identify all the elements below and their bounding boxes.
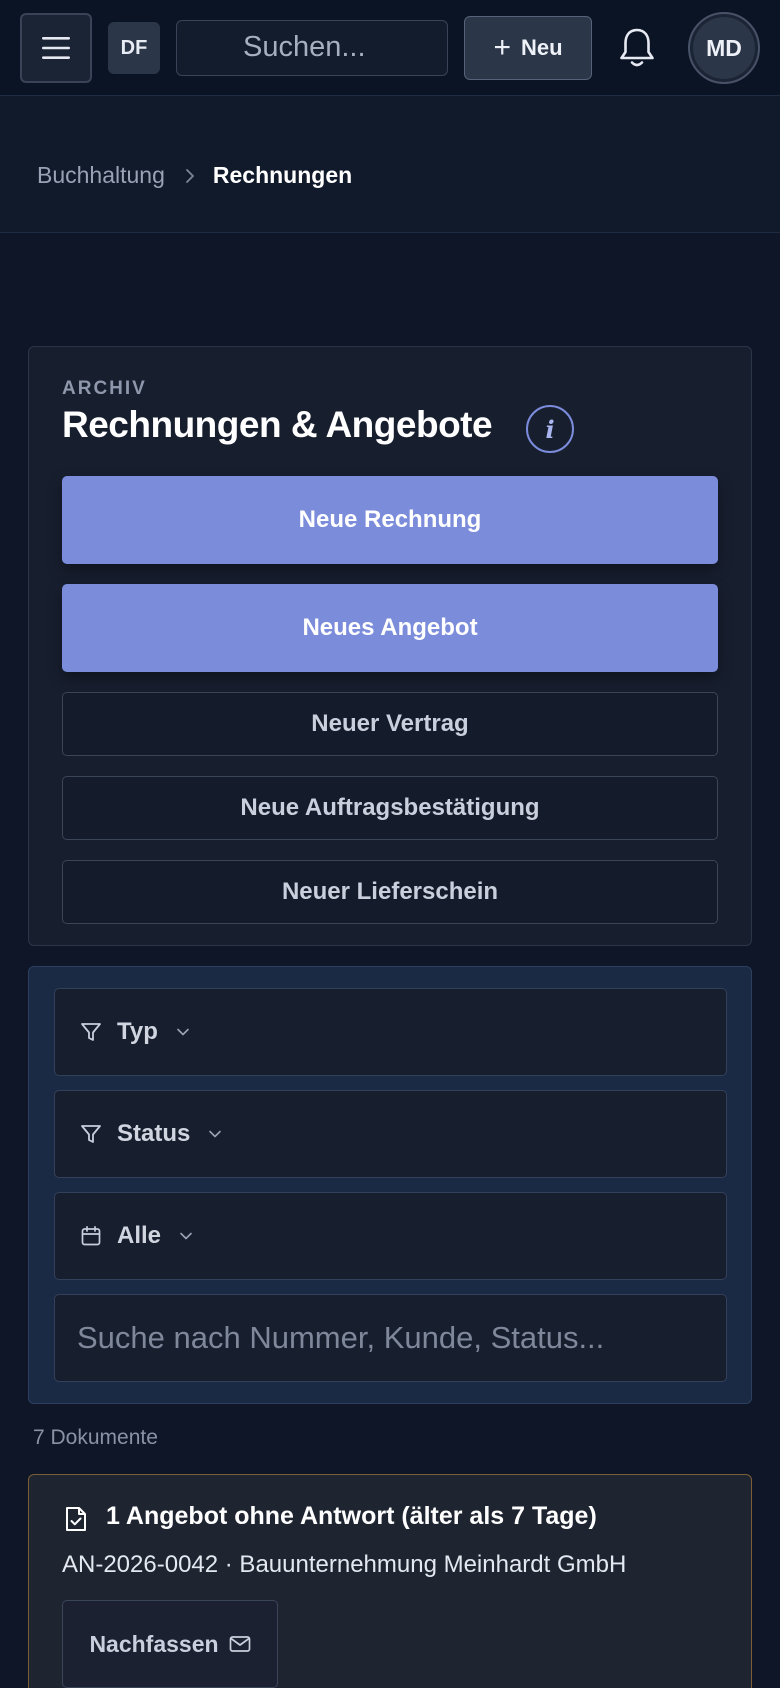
mail-icon — [229, 1636, 250, 1652]
chevron-down-icon — [179, 1231, 193, 1241]
new-quote-button[interactable]: Neues Angebot — [62, 584, 718, 672]
chevron-right-icon — [185, 168, 194, 183]
user-avatar[interactable]: MD — [688, 12, 760, 84]
menu-button[interactable] — [20, 13, 92, 83]
page-title: Rechnungen & Angebote — [62, 404, 493, 445]
calendar-icon — [79, 1224, 103, 1248]
new-invoice-button[interactable]: Neue Rechnung — [62, 476, 718, 564]
new-button-label: Neu — [520, 35, 563, 60]
breadcrumb: Buchhaltung Rechnungen — [37, 162, 352, 189]
document-count: 7 Dokumente — [33, 1426, 158, 1449]
hamburger-icon — [42, 37, 70, 59]
status-filter-label: Status — [117, 1120, 191, 1147]
type-filter-label: Typ — [117, 1018, 158, 1045]
organization-badge[interactable]: DF — [108, 22, 160, 74]
follow-up-button[interactable]: Nachfassen — [62, 1600, 278, 1688]
date-filter-label: Alle — [117, 1222, 162, 1249]
chevron-down-icon — [208, 1129, 222, 1139]
new-button[interactable]: + Neu — [464, 16, 592, 80]
global-search-input[interactable]: Suchen... — [176, 20, 448, 76]
chevron-down-icon — [176, 1027, 190, 1037]
filter-icon — [79, 1020, 103, 1044]
alert-detail: AN-2026-0042 · Bauunternehmung Meinhardt… — [62, 1551, 627, 1578]
new-contract-button[interactable]: Neuer Vertrag — [62, 692, 718, 756]
breadcrumb-parent[interactable]: Buchhaltung — [37, 162, 165, 189]
top-bar: DF Suchen... + Neu MD — [0, 0, 780, 96]
document-search-input[interactable]: Suche nach Nummer, Kunde, Status... — [54, 1294, 727, 1382]
plus-icon: + — [493, 31, 511, 64]
filter-icon — [79, 1122, 103, 1146]
type-filter[interactable]: Typ — [54, 988, 727, 1076]
bell-icon[interactable] — [618, 26, 656, 70]
info-icon[interactable]: i — [526, 405, 574, 453]
alert-title: 1 Angebot ohne Antwort (älter als 7 Tage… — [106, 1502, 597, 1530]
new-order-confirmation-button[interactable]: Neue Auftragsbestätigung — [62, 776, 718, 840]
date-filter[interactable]: Alle — [54, 1192, 727, 1280]
status-filter[interactable]: Status — [54, 1090, 727, 1178]
new-delivery-note-button[interactable]: Neuer Lieferschein — [62, 860, 718, 924]
document-check-icon — [66, 1507, 86, 1531]
archive-eyebrow: ARCHIV — [62, 378, 147, 399]
follow-up-label: Nachfassen — [89, 1630, 219, 1657]
breadcrumb-current: Rechnungen — [212, 162, 353, 188]
